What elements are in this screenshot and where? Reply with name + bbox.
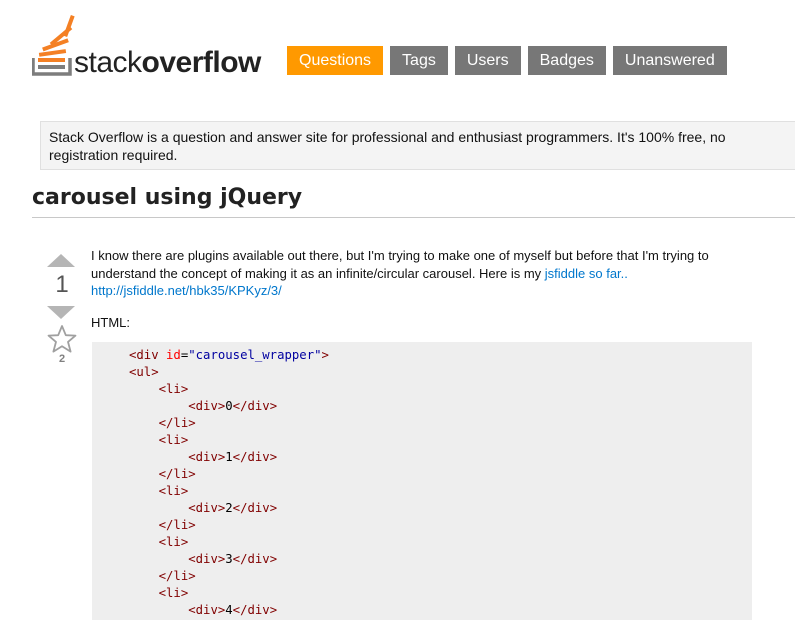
title-divider	[32, 217, 795, 218]
code-token: </div>	[232, 450, 278, 464]
question-body: I know there are plugins available out t…	[91, 247, 751, 330]
nav-badges[interactable]: Badges	[527, 46, 606, 75]
nav-users[interactable]: Users	[454, 46, 521, 75]
site-logo[interactable]: stackoverflow	[32, 12, 272, 78]
logo-text-bold: overflow	[141, 46, 262, 79]
code-token: </li>	[158, 416, 196, 430]
code-block: <div id="carousel_wrapper"> <ul> <li> <d…	[92, 342, 752, 620]
code-token: <div>	[188, 450, 226, 464]
question-paragraph: I know there are plugins available out t…	[91, 247, 751, 300]
code-token: 1	[225, 450, 233, 464]
code-token: </div>	[232, 603, 278, 617]
favorite-count: 2	[58, 353, 66, 365]
stack-overflow-logo-icon	[32, 14, 75, 76]
jsfiddle-link[interactable]: jsfiddle so far..	[545, 266, 628, 281]
code-token: 4	[225, 603, 233, 617]
code-token: 2	[225, 501, 233, 515]
code-token: <ul>	[129, 365, 159, 379]
code-token: <li>	[158, 433, 189, 447]
code-token: <div>	[188, 501, 226, 515]
code-token: </li>	[158, 569, 196, 583]
site-notice: Stack Overflow is a question and answer …	[40, 121, 795, 170]
code-token: </li>	[158, 518, 196, 532]
code-token: </div>	[232, 399, 278, 413]
code-token: >	[321, 348, 329, 362]
code-token: 0	[225, 399, 233, 413]
code-token: </li>	[158, 467, 196, 481]
code-token: <div>	[188, 603, 226, 617]
jsfiddle-url-link[interactable]: http://jsfiddle.net/hbk35/KPKyz/3/	[91, 283, 282, 298]
logo-text-light: stack	[74, 46, 142, 79]
logo-wordmark: stackoverflow	[74, 48, 261, 78]
code-token: <li>	[158, 535, 189, 549]
code-token: id	[166, 348, 181, 362]
code-token: 3	[225, 552, 233, 566]
vote-down-arrow-icon[interactable]	[47, 306, 75, 319]
question-title[interactable]: carousel using jQuery	[32, 185, 302, 210]
code-token: <div>	[188, 399, 226, 413]
vote-up-arrow-icon[interactable]	[47, 254, 75, 267]
main-nav: Questions Tags Users Badges Unanswered	[287, 46, 734, 75]
code-token: <li>	[158, 382, 189, 396]
nav-tags[interactable]: Tags	[390, 46, 448, 75]
code-token: <li>	[158, 586, 189, 600]
html-label: HTML:	[91, 315, 130, 330]
code-token: <div	[129, 348, 159, 362]
code-token: </div>	[232, 501, 278, 515]
nav-unanswered[interactable]: Unanswered	[612, 46, 727, 75]
code-token: "carousel_wrapper"	[188, 348, 322, 362]
code-token: <li>	[158, 484, 189, 498]
vote-count: 1	[55, 271, 69, 298]
code-token: </div>	[232, 552, 278, 566]
nav-questions[interactable]: Questions	[287, 46, 384, 75]
code-token: <div>	[188, 552, 226, 566]
star-icon[interactable]	[46, 324, 78, 354]
